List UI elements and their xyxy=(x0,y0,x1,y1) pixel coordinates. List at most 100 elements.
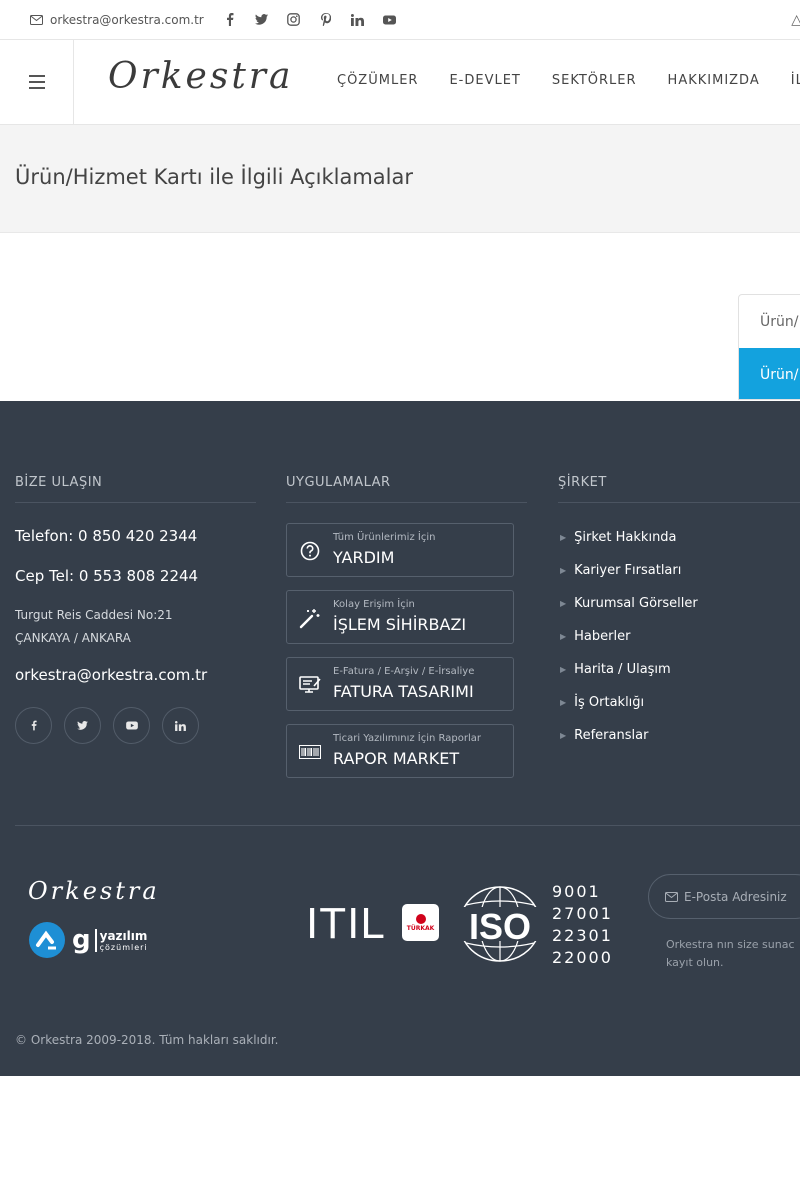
twitter-icon[interactable] xyxy=(254,14,270,25)
company-link-label: Kariyer Fırsatları xyxy=(574,563,682,578)
caret-right-icon: ▶ xyxy=(560,533,567,542)
newsletter-email-input[interactable]: E-Posta Adresiniz xyxy=(648,874,800,919)
turkak-seal-icon xyxy=(415,914,426,924)
turkak-badge: TÜRKAK xyxy=(402,904,439,941)
mail-icon xyxy=(665,891,678,902)
footer-orkestra-logo: Orkestra xyxy=(28,877,160,905)
top-email-link[interactable]: orkestra@orkestra.com.tr xyxy=(30,13,204,27)
main-header: Orkestra ÇÖZÜMLER E-DEVLET SEKTÖRLER HAK… xyxy=(0,40,800,125)
app-fatura-tasarimi-subtitle: E-Fatura / E-Arşiv / E-İrsaliye xyxy=(333,666,475,677)
help-icon xyxy=(299,540,321,562)
top-social-links xyxy=(222,13,398,26)
footer-linkedin-button[interactable] xyxy=(162,707,199,744)
iso-number: 22000 xyxy=(552,948,613,967)
iso-numbers: 9001 27001 22301 22000 xyxy=(552,881,613,969)
company-link-is-ortakligi[interactable]: ▶ İş Ortaklığı xyxy=(560,695,644,710)
contact-mobile[interactable]: Cep Tel: 0 553 808 2244 xyxy=(15,567,198,585)
barcode-icon xyxy=(299,741,321,763)
app-islem-sihirbazi-label: İŞLEM SİHİRBAZI xyxy=(333,615,467,634)
nav-item-sektorler[interactable]: SEKTÖRLER xyxy=(552,73,637,88)
caret-right-icon: ▶ xyxy=(560,731,567,740)
company-link-label: Haberler xyxy=(574,629,631,644)
nav-item-cozumler[interactable]: ÇÖZÜMLER xyxy=(337,73,418,88)
nav-item-e-devlet[interactable]: E-DEVLET xyxy=(449,73,520,88)
contact-address-line1: Turgut Reis Caddesi No:21 xyxy=(15,608,173,622)
company-link-label: Kurumsal Görseller xyxy=(574,596,698,611)
facebook-icon xyxy=(31,720,37,731)
magic-wand-icon xyxy=(299,607,321,629)
invoice-design-icon xyxy=(299,674,321,696)
app-islem-sihirbazi-button[interactable]: Kolay Erişim İçin İŞLEM SİHİRBAZI xyxy=(286,590,514,644)
app-fatura-tasarimi-button[interactable]: E-Fatura / E-Arşiv / E-İrsaliye FATURA T… xyxy=(286,657,514,711)
facebook-icon[interactable] xyxy=(222,13,238,26)
gyazilim-mark-icon xyxy=(29,922,65,958)
app-rapor-market-label: RAPOR MARKET xyxy=(333,749,460,768)
page-title-bar: Ürün/Hizmet Kartı ile İlgili Açıklamalar xyxy=(0,125,800,233)
iso-number: 22301 xyxy=(552,926,613,945)
tab-urun-2[interactable]: Ürün/ xyxy=(739,348,800,399)
caret-right-icon: ▶ xyxy=(560,698,567,707)
footer-divider xyxy=(15,825,800,826)
app-fatura-tasarimi-label: FATURA TASARIMI xyxy=(333,682,474,701)
itil-logo: ITIL xyxy=(306,899,386,948)
app-rapor-market-subtitle: Ticari Yazılımınız İçin Raporlar xyxy=(333,733,481,744)
newsletter-desc-line: Orkestra nın size sunac xyxy=(666,938,795,951)
company-divider xyxy=(558,502,800,503)
footer-youtube-button[interactable] xyxy=(113,707,150,744)
youtube-icon xyxy=(125,721,138,730)
mail-icon xyxy=(30,14,43,25)
company-link-harita[interactable]: ▶ Harita / Ulaşım xyxy=(560,662,671,677)
page-title: Ürün/Hizmet Kartı ile İlgili Açıklamalar xyxy=(15,165,413,189)
app-yardim-subtitle: Tüm Ürünlerimiz İçin xyxy=(333,532,436,543)
company-link-label: İş Ortaklığı xyxy=(574,695,645,710)
linkedin-icon xyxy=(175,720,186,731)
caret-right-icon: ▶ xyxy=(560,632,567,641)
content-tabs: Ürün/ Ürün/ xyxy=(738,294,800,400)
company-link-label: Şirket Hakkında xyxy=(574,530,677,545)
main-nav: ÇÖZÜMLER E-DEVLET SEKTÖRLER HAKKIMIZDA İ… xyxy=(337,73,800,88)
company-title: ŞİRKET xyxy=(558,475,607,490)
caret-right-icon: ▶ xyxy=(560,665,567,674)
company-link-kurumsal-gorseller[interactable]: ▶ Kurumsal Görseller xyxy=(560,596,698,611)
contact-address-line2: ÇANKAYA / ANKARA xyxy=(15,631,131,645)
footer-twitter-button[interactable] xyxy=(64,707,101,744)
site-logo[interactable]: Orkestra xyxy=(108,56,293,97)
app-yardim-button[interactable]: Tüm Ürünlerimiz İçin YARDIM xyxy=(286,523,514,577)
apps-divider xyxy=(286,502,527,503)
company-link-referanslar[interactable]: ▶ Referanslar xyxy=(560,728,648,743)
contact-phone[interactable]: Telefon: 0 850 420 2344 xyxy=(15,527,197,545)
caret-right-icon: ▶ xyxy=(560,599,567,608)
copyright-text: © Orkestra 2009-2018. Tüm hakları saklıd… xyxy=(15,1033,279,1047)
linkedin-icon[interactable] xyxy=(350,13,366,26)
iso-globe-icon: ISO xyxy=(456,886,544,962)
instagram-icon[interactable] xyxy=(286,13,302,26)
tab-urun-1[interactable]: Ürün/ xyxy=(739,295,800,348)
youtube-icon[interactable] xyxy=(382,15,398,25)
contact-title: BİZE ULAŞIN xyxy=(15,475,103,490)
iso-text: ISO xyxy=(469,906,531,947)
company-link-label: Referanslar xyxy=(574,728,649,743)
nav-item-iletisim[interactable]: İL xyxy=(791,73,800,88)
contact-divider xyxy=(15,502,256,503)
caret-right-icon: ▶ xyxy=(560,566,567,575)
newsletter-description: Orkestra nın size sunac kayıt olun. xyxy=(666,936,795,972)
menu-toggle-button[interactable] xyxy=(0,40,74,124)
app-rapor-market-button[interactable]: Ticari Yazılımınız İçin Raporlar RAPOR M… xyxy=(286,724,514,778)
pinterest-icon[interactable] xyxy=(318,13,334,26)
gyazilim-letter: g xyxy=(72,925,91,955)
nav-item-hakkimizda[interactable]: HAKKIMIZDA xyxy=(668,73,760,88)
user-icon[interactable]: △ xyxy=(791,12,800,28)
top-email-text: orkestra@orkestra.com.tr xyxy=(50,12,204,27)
company-link-kariyer[interactable]: ▶ Kariyer Fırsatları xyxy=(560,563,681,578)
contact-email[interactable]: orkestra@orkestra.com.tr xyxy=(15,666,207,684)
hamburger-icon xyxy=(28,73,45,91)
footer-facebook-button[interactable] xyxy=(15,707,52,744)
newsletter-placeholder: E-Posta Adresiniz xyxy=(684,889,787,904)
iso-number: 9001 xyxy=(552,882,601,901)
apps-title: UYGULAMALAR xyxy=(286,475,391,490)
twitter-icon xyxy=(77,721,88,730)
company-link-label: Harita / Ulaşım xyxy=(574,662,671,677)
gyazilim-sub: çözümleri xyxy=(99,942,148,952)
company-link-haberler[interactable]: ▶ Haberler xyxy=(560,629,630,644)
company-link-sirket-hakkinda[interactable]: ▶ Şirket Hakkında xyxy=(560,530,677,545)
